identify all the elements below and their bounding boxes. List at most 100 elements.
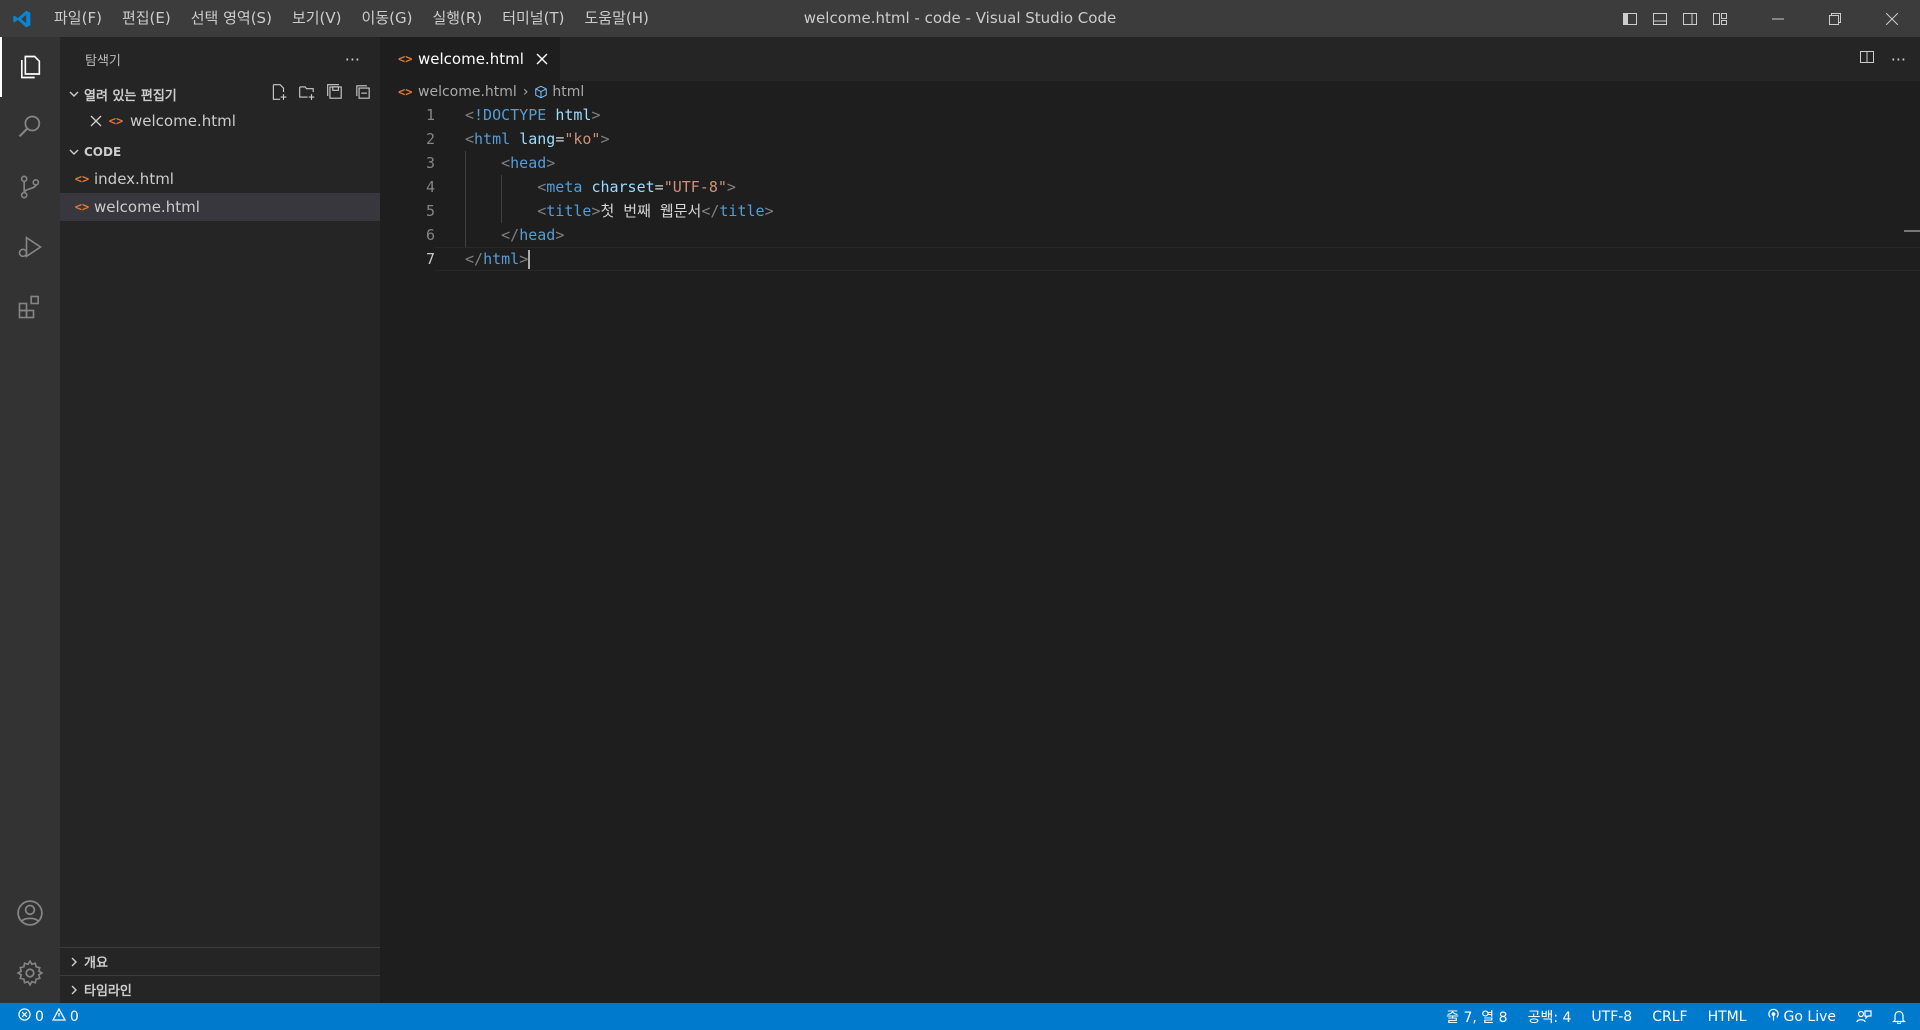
language-mode[interactable]: HTML	[1698, 1009, 1757, 1025]
breadcrumb-file[interactable]: welcome.html	[418, 84, 517, 100]
html-file-icon: <>	[74, 172, 90, 186]
encoding[interactable]: UTF-8	[1581, 1009, 1642, 1025]
menu-view[interactable]: 보기(V)	[282, 0, 352, 37]
more-actions-icon[interactable]: ···	[345, 50, 360, 69]
indent-guide	[501, 199, 503, 223]
file-label: welcome.html	[94, 198, 200, 216]
line-number: 3	[425, 154, 435, 172]
code-line[interactable]: 5 <title>첫 번째 웹문서</title>	[380, 199, 1920, 223]
outline-header[interactable]: 개요	[60, 947, 380, 975]
tab-welcome-html[interactable]: <> welcome.html	[380, 37, 560, 81]
open-editors-label: 열려 있는 편집기	[84, 88, 177, 104]
code-line[interactable]: 3 <head>	[380, 151, 1920, 175]
symbol-cube-icon	[534, 85, 548, 99]
current-line-highlight	[435, 247, 1920, 271]
html-file-icon: <>	[108, 114, 124, 128]
feedback-icon[interactable]	[1846, 1009, 1882, 1024]
sidebar-title: 탐색기	[85, 53, 121, 69]
line-number: 5	[425, 202, 435, 220]
indentation[interactable]: 공백: 4	[1518, 1007, 1582, 1027]
end-of-line[interactable]: CRLF	[1642, 1009, 1697, 1025]
folder-header[interactable]: CODE	[60, 139, 380, 165]
problems-indicator[interactable]: 0 0	[0, 1007, 89, 1025]
menu-go[interactable]: 이동(G)	[352, 0, 423, 37]
timeline-label: 타임라인	[84, 984, 132, 999]
search-icon[interactable]	[0, 97, 60, 157]
chevron-right-icon: ›	[522, 84, 529, 100]
html-file-icon: <>	[398, 85, 413, 99]
outline-label: 개요	[84, 956, 108, 971]
code-line[interactable]: 1 <!DOCTYPE html>	[380, 103, 1920, 127]
code-line[interactable]: 7 </html>	[380, 247, 1920, 271]
html-file-icon: <>	[398, 52, 413, 66]
line-number: 6	[425, 226, 435, 244]
notifications-bell-icon[interactable]	[1882, 1009, 1920, 1024]
activity-bar	[0, 37, 60, 1003]
menu-selection[interactable]: 선택 영역(S)	[181, 0, 282, 37]
code-line[interactable]: 2 <html lang="ko">	[380, 127, 1920, 151]
broadcast-icon	[1767, 1008, 1780, 1026]
close-editor-icon[interactable]	[86, 115, 106, 127]
go-live-label: Go Live	[1783, 1008, 1836, 1025]
code-editor[interactable]: 1 <!DOCTYPE html> 2 <html lang="ko"> 3 <head…	[380, 103, 1920, 271]
new-file-icon[interactable]	[270, 83, 288, 105]
menu-terminal[interactable]: 터미널(T)	[492, 0, 574, 37]
close-window-icon[interactable]	[1863, 0, 1920, 37]
tab-bar: <> welcome.html ···	[380, 37, 1920, 81]
toggle-panel-icon[interactable]	[1645, 0, 1675, 37]
file-item-welcome[interactable]: <> welcome.html	[60, 193, 380, 221]
vscode-logo-icon	[0, 0, 44, 37]
go-live-button[interactable]: Go Live	[1757, 1008, 1846, 1026]
toggle-sidebar-icon[interactable]	[1615, 0, 1645, 37]
menu-edit[interactable]: 편집(E)	[112, 0, 181, 37]
file-item-index[interactable]: <> index.html	[60, 165, 380, 193]
indent-guide	[465, 175, 466, 199]
line-text: <meta charset="UTF-8">	[537, 178, 736, 196]
scrollbar-marker	[1904, 230, 1920, 232]
customize-layout-icon[interactable]	[1705, 0, 1735, 37]
open-editor-item[interactable]: <> welcome.html	[60, 107, 380, 135]
restore-icon[interactable]	[1806, 0, 1863, 37]
close-tab-icon[interactable]	[536, 49, 548, 70]
menu-help[interactable]: 도움말(H)	[574, 0, 658, 37]
save-all-icon[interactable]	[326, 83, 344, 105]
breadcrumb-symbol[interactable]: html	[552, 84, 584, 100]
indent-guide	[465, 199, 466, 223]
cursor-position[interactable]: 줄 7, 열 8	[1436, 1007, 1517, 1027]
source-control-icon[interactable]	[0, 157, 60, 217]
warning-count: 0	[69, 1008, 79, 1025]
breadcrumb: <> welcome.html › html	[380, 81, 1920, 103]
file-label: index.html	[94, 170, 174, 188]
collapse-all-icon[interactable]	[354, 83, 372, 105]
timeline-header[interactable]: 타임라인	[60, 975, 380, 1003]
menu-run[interactable]: 실행(R)	[422, 0, 492, 37]
html-file-icon: <>	[74, 200, 90, 214]
settings-gear-icon[interactable]	[0, 943, 60, 1003]
explorer-sidebar: 탐색기 ··· 열려 있는 편집기 <> welcome.html CODE <…	[60, 37, 380, 1003]
code-line[interactable]: 6 </head>	[380, 223, 1920, 247]
line-number: 1	[425, 106, 435, 124]
toggle-secondary-sidebar-icon[interactable]	[1675, 0, 1705, 37]
accounts-icon[interactable]	[0, 883, 60, 943]
chevron-right-icon	[66, 984, 82, 996]
chevron-right-icon	[66, 956, 82, 968]
explorer-icon[interactable]	[0, 37, 60, 97]
editor-area: <> welcome.html ··· <> welcome.html › ht…	[380, 37, 1920, 1003]
chevron-down-icon	[66, 88, 82, 100]
line-text: <head>	[501, 154, 556, 172]
code-line[interactable]: 4 <meta charset="UTF-8">	[380, 175, 1920, 199]
extensions-icon[interactable]	[0, 277, 60, 337]
chevron-down-icon	[66, 146, 82, 158]
line-text: <html lang="ko">	[465, 130, 610, 148]
split-editor-icon[interactable]	[1859, 49, 1875, 69]
menu-file[interactable]: 파일(F)	[44, 0, 112, 37]
error-count: 0	[35, 1008, 44, 1025]
new-folder-icon[interactable]	[298, 83, 316, 105]
run-debug-icon[interactable]	[0, 217, 60, 277]
editor-more-actions-icon[interactable]: ···	[1891, 50, 1906, 69]
open-editors-header[interactable]: 열려 있는 편집기	[60, 81, 380, 107]
status-bar: 0 0 줄 7, 열 8 공백: 4 UTF-8 CRLF HTML Go Li…	[0, 1003, 1920, 1030]
title-controls	[1615, 0, 1920, 37]
minimize-icon[interactable]	[1749, 0, 1806, 37]
line-text: <!DOCTYPE html>	[465, 106, 601, 124]
